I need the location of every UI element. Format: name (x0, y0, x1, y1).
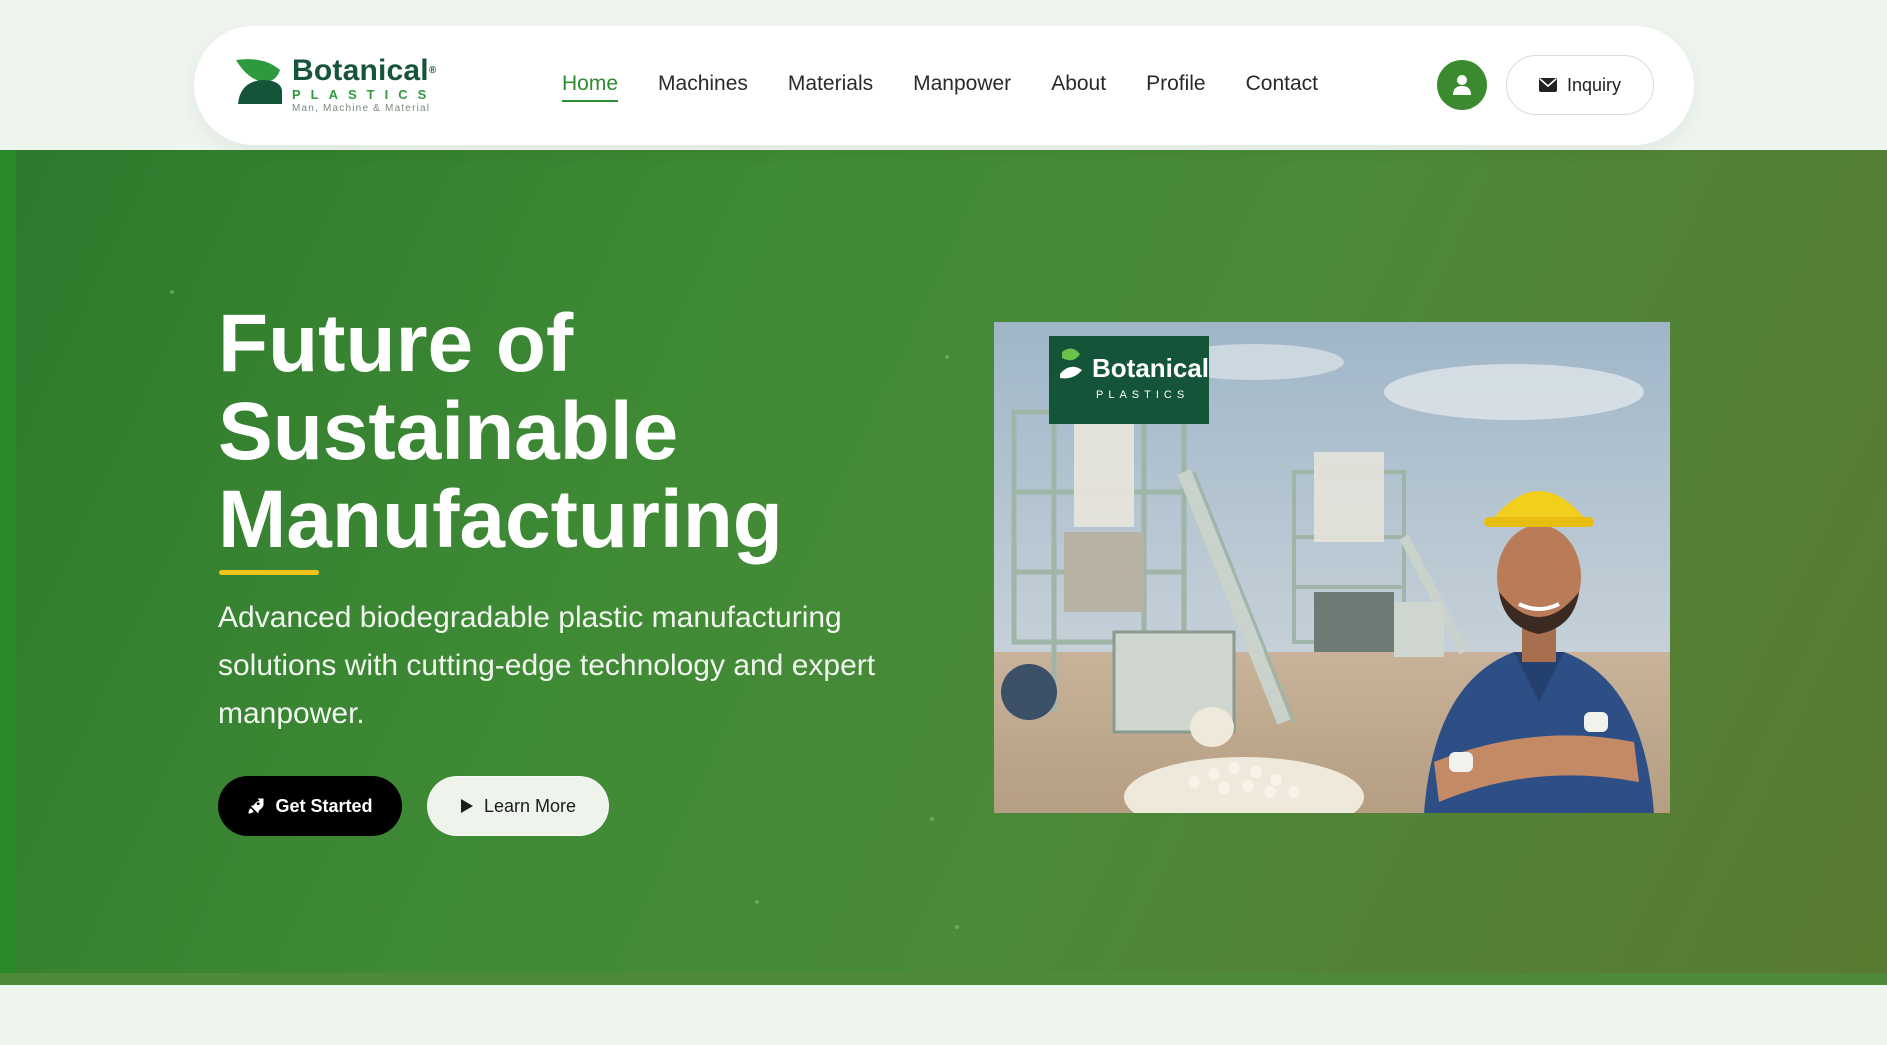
nav-item-contact[interactable]: Contact (1246, 72, 1318, 102)
hero-title: Future of Sustainable Manufacturing (218, 300, 978, 564)
hero-subtitle: Advanced biodegradable plastic manufactu… (218, 601, 876, 730)
rocket-icon (247, 797, 265, 815)
learn-more-button[interactable]: Learn More (427, 776, 609, 836)
navbar: Botanical® PLASTICS Man, Machine & Mater… (194, 26, 1694, 145)
hero-title-line: Sustainable (218, 386, 679, 477)
envelope-icon (1538, 78, 1557, 92)
decor-dot (955, 925, 959, 929)
sign-name: Botanical (1092, 353, 1209, 383)
bottom-band (0, 985, 1887, 1045)
decor-dot (930, 817, 934, 821)
hero-left-accent (0, 150, 16, 985)
user-account-button[interactable] (1437, 60, 1487, 110)
hero-image: Botanical PLASTICS (994, 322, 1670, 813)
sign-sub: PLASTICS (1096, 389, 1189, 401)
inquiry-button[interactable]: Inquiry (1506, 55, 1654, 115)
title-underline (219, 570, 319, 575)
hero-bottom-accent (0, 973, 1887, 985)
nav-item-machines[interactable]: Machines (658, 72, 748, 102)
play-icon (460, 798, 474, 814)
factory-illustration: Botanical PLASTICS (994, 322, 1670, 813)
hero-title-line: Future of (218, 298, 574, 389)
leaf-logo-icon (236, 59, 282, 104)
decor-dot (170, 290, 174, 294)
nav-item-materials[interactable]: Materials (788, 72, 873, 102)
brand-sub: PLASTICS (292, 87, 437, 102)
get-started-button[interactable]: Get Started (218, 776, 402, 836)
nav-item-about[interactable]: About (1051, 72, 1106, 102)
hero-title-line: Manufacturing (218, 474, 783, 565)
inquiry-label: Inquiry (1566, 74, 1622, 95)
registered-mark: ® (428, 65, 437, 76)
brand-name: Botanical (292, 54, 429, 87)
user-icon (1453, 75, 1471, 95)
page: Future of Sustainable Manufacturing Adva… (0, 0, 1887, 1045)
nav-item-home[interactable]: Home (562, 72, 619, 102)
main-nav: Home Machines Materials Manpower About P… (562, 72, 1318, 102)
learn-more-label: Learn More (483, 795, 577, 816)
nav-item-profile[interactable]: Profile (1146, 72, 1206, 102)
decor-dot (755, 900, 759, 904)
brand-logo[interactable]: Botanical® PLASTICS Man, Machine & Mater… (234, 56, 436, 114)
brand-tagline: Man, Machine & Material (292, 103, 431, 114)
nav-item-manpower[interactable]: Manpower (913, 72, 1011, 102)
get-started-label: Get Started (275, 795, 373, 816)
